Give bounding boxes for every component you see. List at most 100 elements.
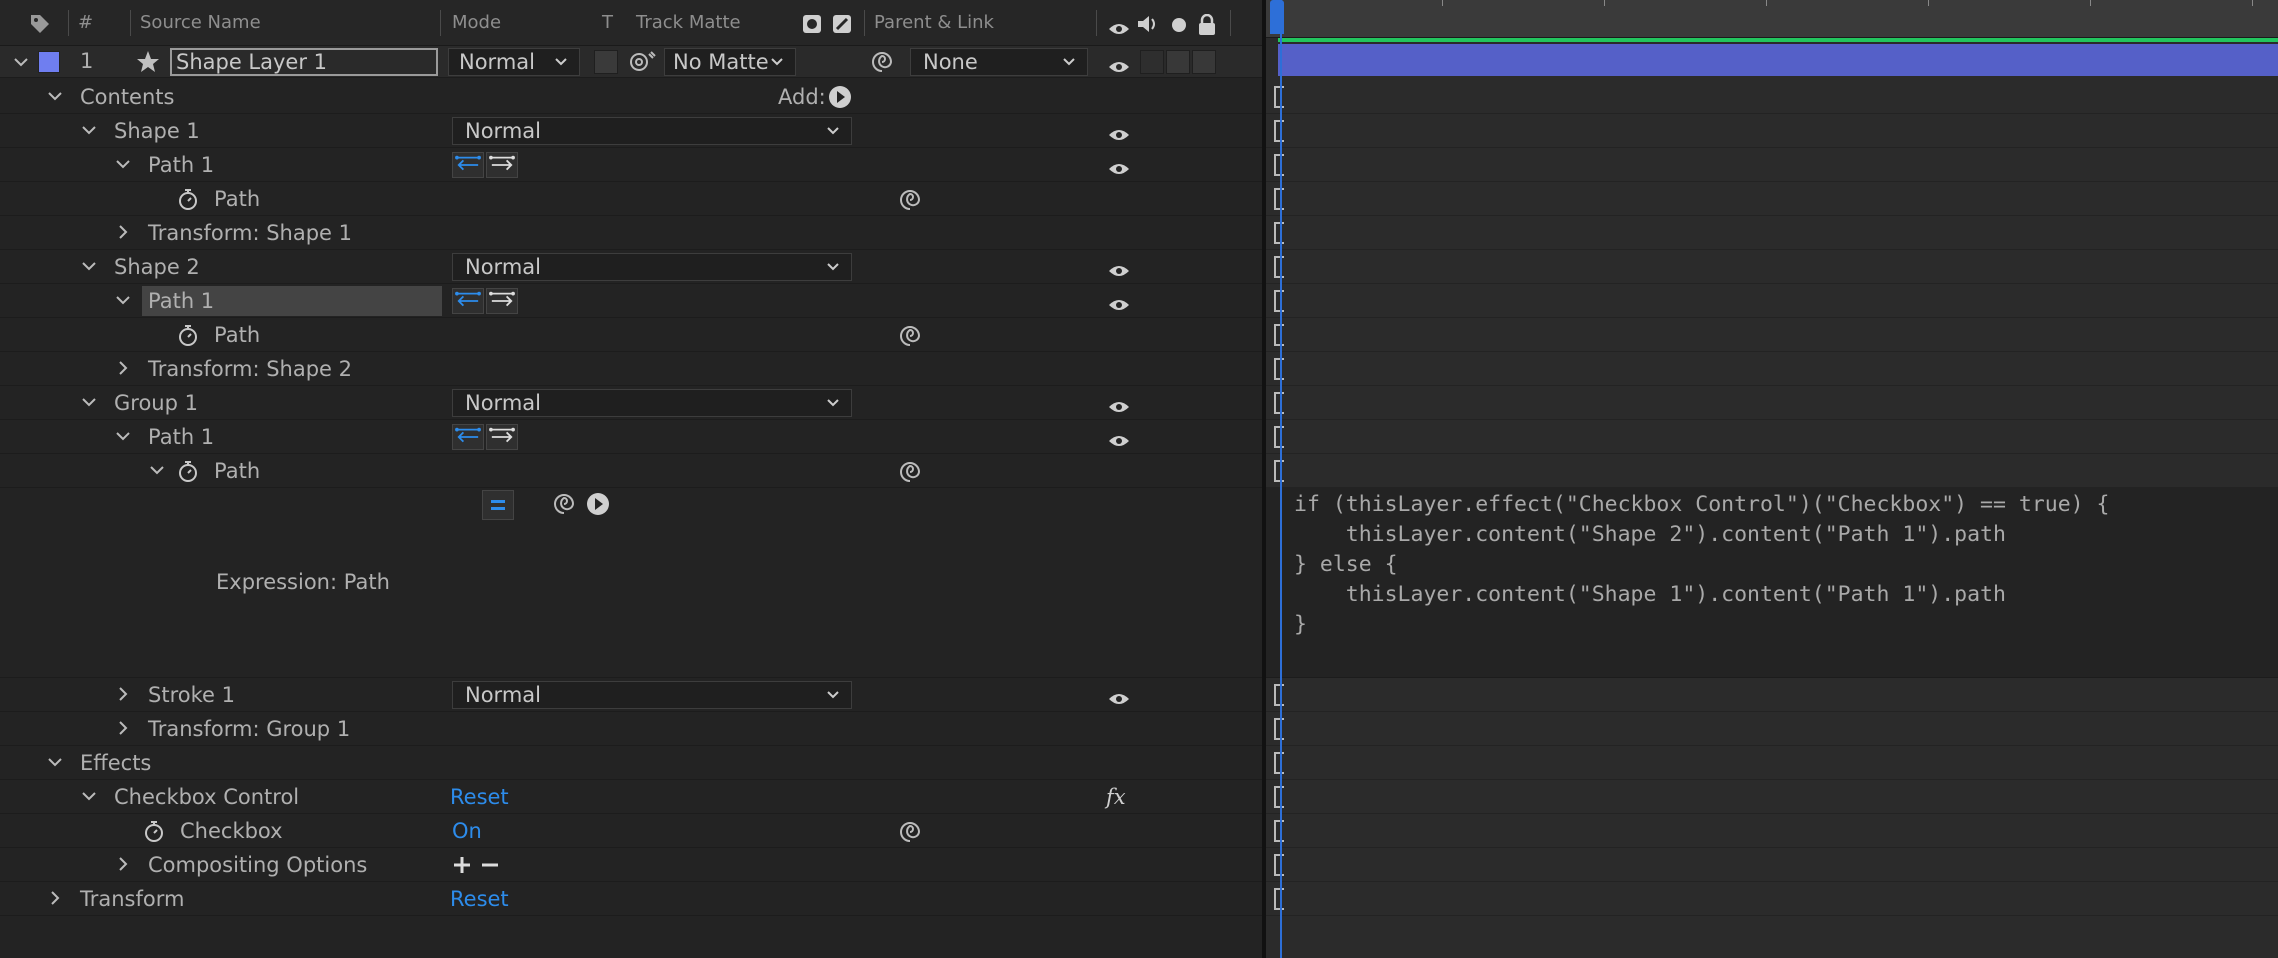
path1-row[interactable]: Path 1 (0, 148, 1262, 182)
parent-dropdown[interactable]: None (910, 48, 1088, 76)
chevron-right-icon[interactable] (114, 854, 132, 874)
path-property-row[interactable]: Path (0, 454, 1262, 488)
transform-shape1-row[interactable]: Transform: Shape 1 (0, 216, 1262, 250)
path-direction-reverse-icon[interactable] (452, 288, 484, 314)
shape1-row[interactable]: Shape 1 Normal (0, 114, 1262, 148)
expression-pickwhip-icon[interactable] (552, 492, 576, 516)
path1-row[interactable]: Path 1 (0, 420, 1262, 454)
path-property-row[interactable]: Path (0, 318, 1262, 352)
shape1-mode-dropdown[interactable]: Normal (452, 117, 852, 145)
header-track-matte[interactable]: Track Matte (636, 12, 741, 33)
transform-row[interactable]: Transform Reset (0, 882, 1262, 916)
chevron-right-icon[interactable] (114, 684, 132, 704)
plus-icon[interactable] (452, 855, 472, 875)
group1-mode-dropdown[interactable]: Normal (452, 389, 852, 417)
shape2-eye-icon[interactable] (1108, 259, 1130, 276)
chevron-down-icon[interactable] (12, 52, 30, 72)
timeline-panel[interactable]: if (thisLayer.effect("Checkbox Control")… (1266, 0, 2278, 958)
chevron-down-icon[interactable] (80, 256, 98, 276)
chevron-down-icon[interactable] (148, 460, 166, 480)
audio-toggle[interactable] (1140, 50, 1164, 74)
chevron-right-icon[interactable] (114, 358, 132, 378)
header-mode[interactable]: Mode (452, 12, 501, 33)
matte-pickwhip-icon[interactable] (628, 50, 656, 74)
solo-toggle[interactable] (1166, 50, 1190, 74)
path1-eye-icon[interactable] (1108, 293, 1130, 310)
chevron-down-icon[interactable] (46, 752, 64, 772)
star-icon[interactable] (136, 50, 160, 74)
header-number[interactable]: # (78, 12, 93, 33)
stroke1-eye-icon[interactable] (1108, 687, 1130, 704)
video-visibility-icon[interactable] (1108, 17, 1130, 34)
audio-icon[interactable] (1136, 14, 1160, 34)
layer-duration-bar[interactable] (1278, 38, 2278, 76)
expression-language-menu-icon[interactable] (586, 492, 610, 516)
track-matte-dropdown[interactable]: No Matte (664, 48, 796, 76)
chevron-right-icon[interactable] (46, 888, 64, 908)
layer-label-color[interactable] (38, 51, 60, 73)
group1-row[interactable]: Group 1 Normal (0, 386, 1262, 420)
stopwatch-icon[interactable] (142, 819, 166, 843)
shape2-mode-dropdown[interactable]: Normal (452, 253, 852, 281)
stroke1-row[interactable]: Stroke 1 Normal (0, 678, 1262, 712)
pickwhip-icon[interactable] (898, 460, 922, 484)
add-menu-icon[interactable] (828, 85, 852, 109)
contents-row[interactable]: Contents Add: (0, 80, 1262, 114)
shape1-eye-icon[interactable] (1108, 123, 1130, 140)
label-tag-icon[interactable] (28, 12, 52, 36)
time-ruler[interactable] (1266, 0, 2278, 38)
reset-link[interactable]: Reset (450, 887, 509, 911)
path1-eye-icon[interactable] (1108, 157, 1130, 174)
path-direction-forward-icon[interactable] (486, 152, 518, 178)
layer-mode-dropdown[interactable]: Normal (448, 48, 580, 76)
path-direction-reverse-icon[interactable] (452, 152, 484, 178)
parent-pickwhip-icon[interactable] (870, 50, 894, 74)
transform-group1-row[interactable]: Transform: Group 1 (0, 712, 1262, 746)
checkbox-value[interactable]: On (452, 819, 482, 843)
matte-switch-icon[interactable] (802, 14, 822, 34)
header-source-name[interactable]: Source Name (140, 12, 261, 33)
chevron-right-icon[interactable] (114, 718, 132, 738)
expression-editor[interactable]: if (thisLayer.effect("Checkbox Control")… (1266, 488, 2278, 678)
effects-row[interactable]: Effects (0, 746, 1262, 780)
stopwatch-icon[interactable] (176, 459, 200, 483)
pickwhip-icon[interactable] (898, 820, 922, 844)
checkbox-control-row[interactable]: Checkbox Control Reset fx (0, 780, 1262, 814)
chevron-down-icon[interactable] (114, 426, 132, 446)
transform-shape2-row[interactable]: Transform: Shape 2 (0, 352, 1262, 386)
layer-name-field[interactable]: Shape Layer 1 (170, 48, 438, 76)
stroke1-mode-dropdown[interactable]: Normal (452, 681, 852, 709)
header-parent-link[interactable]: Parent & Link (874, 12, 994, 33)
compositing-options-row[interactable]: Compositing Options (0, 848, 1262, 882)
shape2-row[interactable]: Shape 2 Normal (0, 250, 1262, 284)
lock-icon[interactable] (1198, 13, 1216, 36)
path-direction-forward-icon[interactable] (486, 424, 518, 450)
link-switch-icon[interactable] (832, 14, 852, 34)
expression-enable-icon[interactable] (482, 490, 514, 520)
path-direction-reverse-icon[interactable] (452, 424, 484, 450)
solo-icon[interactable] (1172, 18, 1186, 32)
header-t[interactable]: T (602, 12, 613, 33)
chevron-down-icon[interactable] (80, 786, 98, 806)
playhead-handle[interactable] (1270, 0, 1284, 34)
reset-link[interactable]: Reset (450, 785, 509, 809)
path-direction-forward-icon[interactable] (486, 288, 518, 314)
chevron-down-icon[interactable] (46, 86, 64, 106)
chevron-down-icon[interactable] (114, 290, 132, 310)
checkbox-row[interactable]: Checkbox On (0, 814, 1262, 848)
pickwhip-icon[interactable] (898, 188, 922, 212)
group1-eye-icon[interactable] (1108, 395, 1130, 412)
layer-visibility-eye-icon[interactable] (1108, 55, 1130, 72)
path1-eye-icon[interactable] (1108, 429, 1130, 446)
track-matte-toggle[interactable] (594, 50, 618, 74)
path1-row[interactable]: Path 1 (0, 284, 1262, 318)
layer-row[interactable]: 1 Shape Layer 1 Normal No Matte None (0, 46, 1262, 78)
chevron-right-icon[interactable] (114, 222, 132, 242)
playhead-line[interactable] (1280, 0, 1282, 958)
stopwatch-icon[interactable] (176, 187, 200, 211)
chevron-down-icon[interactable] (80, 120, 98, 140)
chevron-down-icon[interactable] (114, 154, 132, 174)
lock-toggle[interactable] (1192, 50, 1216, 74)
chevron-down-icon[interactable] (80, 392, 98, 412)
stopwatch-icon[interactable] (176, 323, 200, 347)
